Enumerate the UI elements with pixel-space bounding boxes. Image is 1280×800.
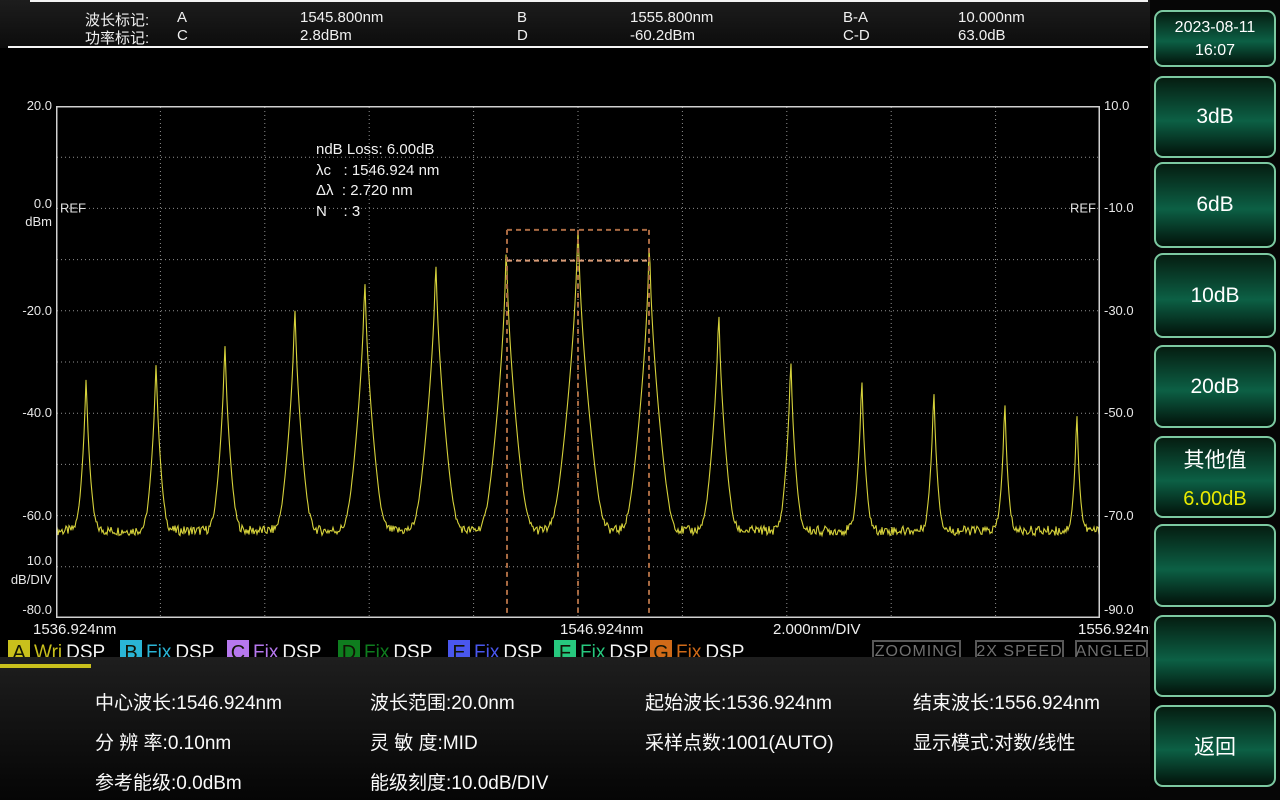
xaxis-start-label: 1536.924nm — [33, 621, 117, 638]
marker-header-bar: 波长标记: A 1545.800nm B 1555.800nm B-A 10.0… — [0, 0, 1150, 48]
annotation-delta-lambda: Δλ : 2.720 nm — [316, 182, 413, 199]
xaxis-stop-label: 1556.924nm — [1078, 621, 1162, 638]
power-marker-label: 功率标记: — [85, 30, 150, 47]
start-wavelength-value: 起始波长:1536.924nm — [645, 693, 832, 714]
ref-level-value: 参考能级:0.0dBm — [95, 773, 242, 794]
center-wavelength-value: 中心波长:1546.924nm — [95, 693, 282, 714]
measurement-annotation: ndB Loss: 6.00dB λc : 1546.924 nm Δλ : 2.7… — [316, 140, 439, 222]
datetime-display: 2023-08-11 16:07 — [1154, 10, 1276, 67]
xaxis-div-label: 2.000nm/DIV — [773, 621, 861, 638]
right-axis-label: 10.0 — [1104, 98, 1130, 113]
softkey-10db-label: 10dB — [1190, 283, 1240, 307]
marker-a-name: A — [177, 9, 188, 26]
left-axis-label: 20.0 — [26, 98, 52, 113]
left-axis-label: dBm — [25, 213, 52, 229]
softkey-other-value[interactable]: 其他值 6.00dB — [1154, 436, 1276, 518]
softkey-sidebar: 2023-08-11 16:07 3dB 6dB 10dB 20dB 其他值 6… — [1150, 0, 1280, 800]
level-scale-value: 能级刻度:10.0dB/DIV — [370, 773, 549, 794]
left-axis-label: 0.0 — [33, 196, 52, 212]
left-axis-label: 10.0 — [26, 552, 52, 568]
marker-c-name: C — [177, 27, 188, 44]
softkey-return-label: 返回 — [1194, 736, 1236, 759]
right-axis-label: -70.0 — [1104, 507, 1134, 523]
stop-wavelength-value: 结束波长:1556.924nm — [913, 693, 1100, 714]
right-axis-label: -90.0 — [1104, 601, 1134, 617]
marker-c-value: 2.8dBm — [300, 27, 352, 44]
left-axis-label: dB/DIV — [10, 572, 52, 588]
right-axis-label: -50.0 — [1104, 405, 1134, 421]
active-trace-underline — [0, 664, 91, 668]
spectrum-plot: REF REF — [56, 106, 1100, 618]
softkey-10db[interactable]: 10dB — [1154, 253, 1276, 338]
softkey-other-value-amount: 6.00dB — [1183, 487, 1247, 510]
left-axis-label: -80.0 — [22, 601, 52, 617]
marker-d-name: D — [517, 27, 528, 44]
right-axis-label: -10.0 — [1104, 200, 1134, 216]
marker-ba-value: 10.000nm — [958, 9, 1025, 26]
marker-a-value: 1545.800nm — [300, 9, 384, 26]
sample-points-value: 采样点数:1001(AUTO) — [645, 733, 834, 754]
marker-d-value: -60.2dBm — [630, 27, 696, 44]
softkey-other-value-label: 其他值 — [1183, 448, 1247, 472]
settings-info-panel: 中心波长:1546.924nm 波长范围:20.0nm 起始波长:1536.92… — [0, 657, 1150, 800]
softkey-6db-label: 6dB — [1196, 193, 1234, 216]
marker-b-value: 1555.800nm — [630, 9, 714, 26]
right-axis-label: -30.0 — [1104, 302, 1134, 318]
softkey-return[interactable]: 返回 — [1154, 705, 1276, 787]
marker-b-name: B — [517, 9, 528, 26]
softkey-6db[interactable]: 6dB — [1154, 162, 1276, 248]
softkey-3db[interactable]: 3dB — [1154, 76, 1276, 158]
display-mode-value: 显示模式:对数/线性 — [913, 733, 1076, 754]
annotation-n: N : 3 — [316, 202, 361, 220]
softkey-blank-2[interactable] — [1154, 615, 1276, 697]
softkey-20db-label: 20dB — [1190, 374, 1240, 398]
ref-label-left: REF — [60, 200, 86, 215]
spectrum-chart-area: REF REF 20.0 0.0 dBm -20.0 -40.0 -60.0 10.0 dB/D… — [0, 48, 1161, 704]
resolution-value: 分 辨 率:0.10nm — [95, 733, 232, 754]
time-text: 16:07 — [1194, 41, 1236, 59]
xaxis-center-label: 1546.924nm — [560, 621, 644, 638]
osa-screen: { "colors": { "trace": "#d6d23b", "grid"… — [0, 0, 1280, 800]
annotation-lambda-c: λc : 1546.924 nm — [316, 161, 440, 179]
wavelength-span-value: 波长范围:20.0nm — [370, 693, 515, 714]
softkey-20db[interactable]: 20dB — [1154, 345, 1276, 428]
softkey-3db-label: 3dB — [1196, 105, 1234, 128]
date-text: 2023-08-11 — [1174, 18, 1256, 36]
top-border-line — [30, 0, 1148, 2]
left-axis-label: -40.0 — [22, 405, 52, 421]
ref-label-right: REF — [1070, 200, 1096, 215]
left-axis-label: -60.0 — [22, 507, 52, 523]
marker-ba-name: B-A — [843, 9, 869, 26]
marker-cd-name: C-D — [843, 27, 870, 44]
left-axis-label: -20.0 — [22, 302, 52, 318]
sensitivity-value: 灵 敏 度:MID — [370, 733, 478, 754]
annotation-ndb-loss: ndB Loss: 6.00dB — [316, 141, 435, 158]
marker-cd-value: 63.0dB — [958, 27, 1006, 44]
softkey-blank-1[interactable] — [1154, 524, 1276, 607]
